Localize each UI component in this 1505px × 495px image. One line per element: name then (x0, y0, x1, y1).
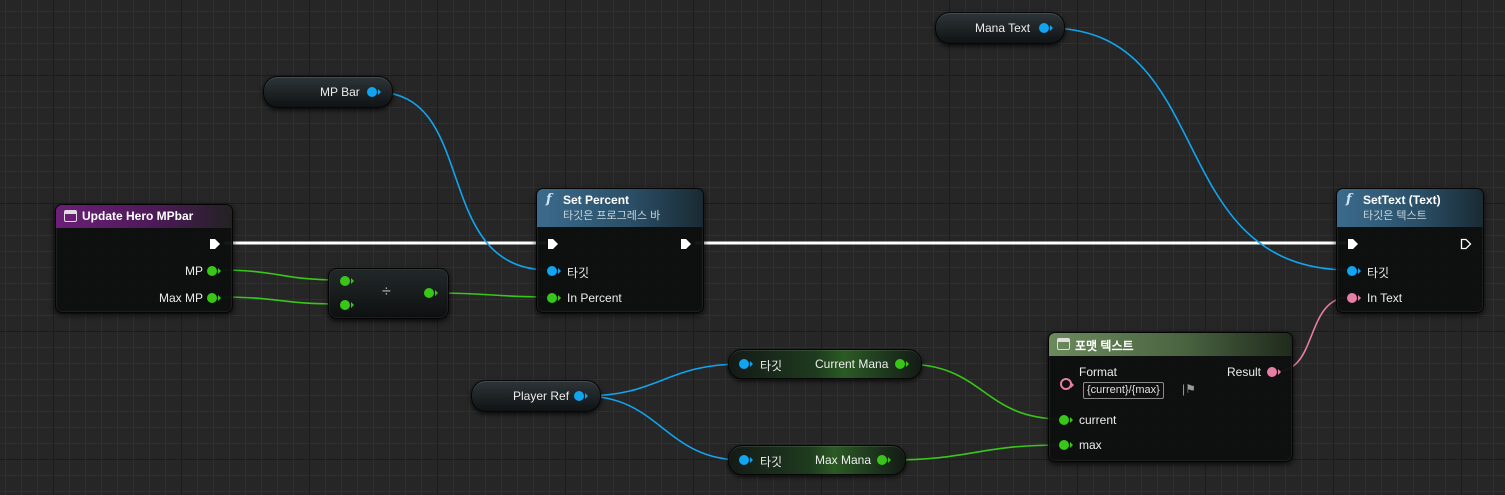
current-mana-target-pin[interactable] (739, 359, 753, 369)
getter-node-max-mana[interactable]: 타깃 Max Mana (728, 445, 906, 475)
mana-text-output-pin[interactable] (1039, 23, 1053, 33)
format-label: Format (1079, 365, 1118, 379)
wire-manatext-to-settext-target[interactable] (1047, 27, 1351, 271)
event-title: Update Hero MPbar (82, 209, 194, 223)
settext-target-pin[interactable] (1347, 266, 1361, 276)
settext-header: f SetText (Text) 타깃은 텍스트 (1337, 189, 1483, 227)
set-percent-header: f Set Percent 타깃은 프로그레스 바 (537, 189, 703, 227)
event-icon (64, 210, 77, 222)
event-node-update-hero-mpbar[interactable]: Update Hero MPbar MP Max MP (55, 204, 233, 313)
wire-playerref-to-currentmana[interactable] (583, 363, 743, 397)
exec-out-pin[interactable] (209, 238, 221, 250)
set-percent-target-pin[interactable] (547, 266, 561, 276)
result-output-pin[interactable] (1267, 367, 1281, 377)
wire-mpbar-to-setpercent-target[interactable] (375, 91, 550, 271)
in-percent-label: In Percent (567, 291, 622, 305)
max-mana-target-label: 타깃 (760, 455, 783, 469)
pin-label-max-mp: Max MP (158, 291, 203, 305)
max-mana-label: Max Mana (815, 453, 872, 467)
format-max-label: max (1079, 438, 1102, 452)
settext-target-label: 타깃 (1367, 266, 1390, 280)
format-pattern-field[interactable]: {current}/{max} (1083, 382, 1164, 399)
set-percent-subtitle: 타깃은 프로그레스 바 (563, 210, 661, 222)
format-input-pin[interactable] (1060, 378, 1074, 390)
settext-exec-out-pin[interactable] (1460, 238, 1472, 250)
result-label: Result (1227, 365, 1262, 379)
max-mp-output-pin[interactable] (207, 293, 221, 303)
in-text-input-pin[interactable] (1347, 293, 1361, 303)
wire-currentmana-to-format-current[interactable] (904, 363, 1063, 420)
wire-maxmp-to-divide[interactable] (217, 296, 341, 305)
current-mana-label: Current Mana (815, 357, 889, 371)
set-percent-exec-out-pin[interactable] (680, 238, 692, 250)
format-text-node[interactable]: 포맷 텍스트 Format {current}/{max} |⚑ Result … (1048, 332, 1293, 462)
wire-playerref-to-maxmana[interactable] (583, 395, 743, 461)
in-text-label: In Text (1367, 291, 1403, 305)
wire-mp-to-divide[interactable] (217, 269, 341, 281)
function-node-set-percent[interactable]: f Set Percent 타깃은 프로그레스 바 타깃 In Percent (536, 188, 704, 313)
settext-exec-in-pin[interactable] (1347, 238, 1359, 250)
function-icon: f (1346, 192, 1352, 207)
mp-bar-output-pin[interactable] (367, 87, 381, 97)
variable-label-mana-text: Mana Text (975, 21, 1031, 35)
current-mana-target-label: 타깃 (760, 359, 783, 373)
format-text-header: 포맷 텍스트 (1049, 333, 1292, 356)
set-percent-target-label: 타깃 (567, 266, 590, 280)
variable-node-player-ref[interactable]: Player Ref (471, 380, 601, 412)
format-text-icon (1057, 338, 1070, 350)
set-percent-title: Set Percent (563, 193, 630, 207)
variable-node-mana-text[interactable]: Mana Text (935, 12, 1065, 44)
mp-output-pin[interactable] (207, 266, 221, 276)
divide-output-pin[interactable] (424, 288, 438, 298)
divide-input-a-pin[interactable] (340, 276, 354, 286)
divide-symbol: ÷ (382, 283, 391, 300)
localization-flag-icon[interactable]: |⚑ (1182, 382, 1196, 396)
max-mana-target-pin[interactable] (739, 455, 753, 465)
function-node-settext[interactable]: f SetText (Text) 타깃은 텍스트 타깃 In Text (1336, 188, 1484, 313)
wire-maxmana-to-format-max[interactable] (886, 444, 1063, 461)
in-percent-input-pin[interactable] (547, 293, 561, 303)
getter-node-current-mana[interactable]: 타깃 Current Mana (728, 349, 922, 379)
pin-label-mp: MP (185, 264, 203, 278)
format-max-input-pin[interactable] (1059, 440, 1073, 450)
current-mana-output-pin[interactable] (895, 359, 909, 369)
variable-label-player-ref: Player Ref (513, 389, 570, 403)
set-percent-exec-in-pin[interactable] (547, 238, 559, 250)
format-text-title: 포맷 텍스트 (1075, 339, 1134, 353)
format-current-label: current (1079, 413, 1117, 427)
max-mana-output-pin[interactable] (877, 455, 891, 465)
variable-node-mp-bar[interactable]: MP Bar (263, 76, 393, 108)
divide-input-b-pin[interactable] (340, 300, 354, 310)
format-current-input-pin[interactable] (1059, 415, 1073, 425)
function-icon: f (546, 192, 552, 207)
event-node-header: Update Hero MPbar (56, 205, 232, 228)
player-ref-output-pin[interactable] (574, 391, 588, 401)
settext-subtitle: 타깃은 텍스트 (1363, 210, 1427, 222)
blueprint-graph-canvas[interactable]: Update Hero MPbar MP Max MP ÷ MP Bar Man… (0, 0, 1505, 495)
variable-label-mp-bar: MP Bar (320, 85, 360, 99)
wire-divide-to-inpercent[interactable] (434, 292, 550, 298)
divide-node[interactable]: ÷ (328, 268, 449, 319)
settext-title: SetText (Text) (1363, 193, 1441, 207)
